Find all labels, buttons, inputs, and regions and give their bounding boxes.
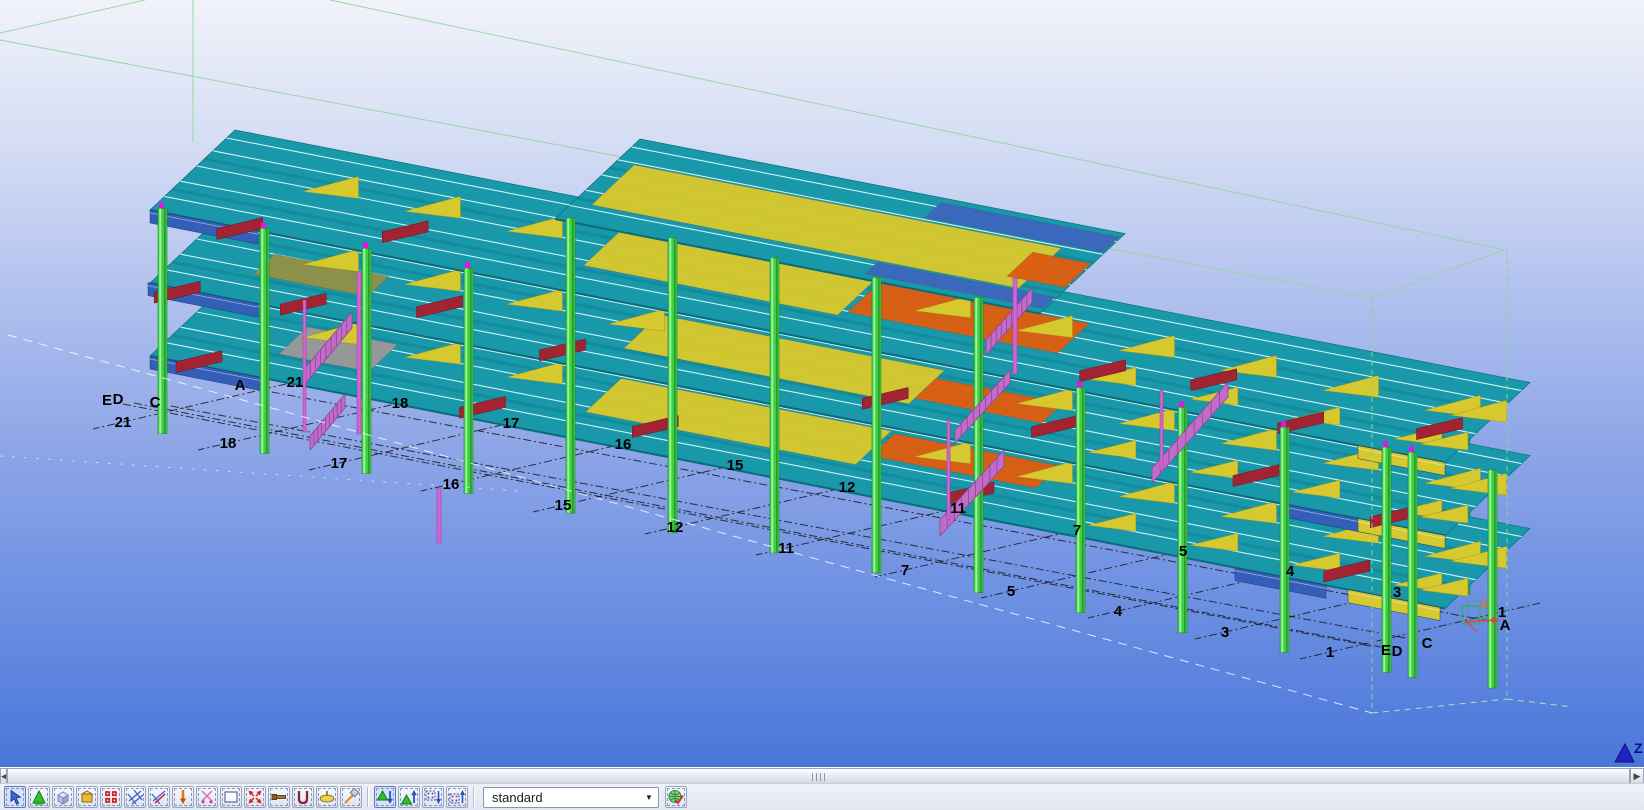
grid-label: 16 <box>443 476 460 493</box>
grid-label: 3 <box>1221 624 1229 641</box>
grid-label: 17 <box>331 455 348 472</box>
scrollbar-thumb[interactable] <box>7 768 1630 784</box>
toolbar-separator <box>367 787 369 807</box>
grid-label: C <box>150 394 161 411</box>
grid-label: E <box>1381 642 1391 659</box>
select-points-button[interactable] <box>100 786 122 808</box>
grid-label: 17 <box>503 415 520 432</box>
grid-label: 1 <box>1498 604 1506 621</box>
grid-label: 4 <box>1114 603 1123 620</box>
select-components-highest-button[interactable] <box>446 786 468 808</box>
select-grids-button[interactable] <box>124 786 146 808</box>
select-surfaces-icon <box>54 788 72 806</box>
grid-label: A <box>235 377 246 394</box>
globe-check-icon <box>667 788 685 806</box>
grid-label: 12 <box>839 479 856 496</box>
grid-label: 1 <box>1326 644 1334 661</box>
select-loads-button[interactable] <box>316 786 338 808</box>
select-grid-lines-button[interactable] <box>148 786 170 808</box>
grid-label: C <box>1422 635 1433 652</box>
scrollbar-grip <box>812 773 826 781</box>
grid-label: 15 <box>555 497 572 514</box>
scroll-right-arrow[interactable]: ▶ <box>1630 768 1644 784</box>
grid-label: 16 <box>615 436 632 453</box>
select-objects-in-assemblies-icon <box>400 788 418 806</box>
select-grids-icon <box>126 788 144 806</box>
select-bolts-icon <box>270 788 288 806</box>
select-fittings-button[interactable] <box>244 786 266 808</box>
select-surfaces-button[interactable] <box>52 786 74 808</box>
select-points-icon <box>102 788 120 806</box>
model-viewport-window: Z Z EEDDCCAA2121181817171616151512121111… <box>0 0 1644 810</box>
select-objects-in-assemblies-button[interactable] <box>398 786 420 808</box>
select-cuts-icon <box>342 788 360 806</box>
select-components-button[interactable] <box>76 786 98 808</box>
selection-filter-dropdown[interactable]: standard ▼ <box>483 787 659 808</box>
toolbar-separator <box>473 787 475 807</box>
building-model[interactable] <box>148 130 1530 688</box>
grid-label: 12 <box>667 519 684 536</box>
select-reinforcing-bars-button[interactable] <box>292 786 314 808</box>
select-welds-button[interactable] <box>196 786 218 808</box>
chevron-down-icon[interactable]: ▼ <box>640 793 658 802</box>
model-3d-view[interactable]: Z Z EEDDCCAA2121181817171616151512121111… <box>0 0 1644 767</box>
select-cuts-button[interactable] <box>340 786 362 808</box>
selection-switches-toolbar: standard ▼ <box>0 783 1644 810</box>
select-assemblies-icon <box>376 788 394 806</box>
grid-label: 11 <box>950 500 966 517</box>
select-reinforcing-bars-icon <box>294 788 312 806</box>
select-views-icon <box>222 788 240 806</box>
view-z-axis-indicator: Z <box>1615 740 1643 762</box>
grid-label: 18 <box>220 435 237 452</box>
grid-label: 5 <box>1007 583 1015 600</box>
grid-label: 7 <box>1073 522 1081 539</box>
grid-label: 15 <box>727 457 744 474</box>
select-grid-lines-icon <box>150 788 168 806</box>
select-joints-icon <box>174 788 192 806</box>
grid-label: E <box>102 392 112 409</box>
select-loads-icon <box>318 788 336 806</box>
grid-label: 11 <box>778 540 794 557</box>
select-joints-button[interactable] <box>172 786 194 808</box>
select-all-icon <box>6 788 24 806</box>
grid-label: 4 <box>1286 563 1295 580</box>
select-components-highest-icon <box>448 788 466 806</box>
select-components-lowest-icon <box>424 788 442 806</box>
grid-label: 21 <box>287 374 304 391</box>
grid-label: 5 <box>1179 543 1187 560</box>
select-bolts-button[interactable] <box>268 786 290 808</box>
ucs-z-label: Z <box>1481 599 1488 611</box>
grid-label: D <box>113 391 124 408</box>
selection-filter-value: standard <box>484 790 640 805</box>
select-welds-icon <box>198 788 216 806</box>
axis-z-label: Z <box>1634 740 1643 756</box>
select-parts-button[interactable] <box>28 786 50 808</box>
scroll-left-arrow[interactable]: ◀ <box>0 768 7 784</box>
select-fittings-icon <box>246 788 264 806</box>
horizontal-scrollbar[interactable]: ◀ ▶ <box>0 767 1644 783</box>
grid-label: 18 <box>392 395 409 412</box>
select-views-button[interactable] <box>220 786 242 808</box>
select-all-button[interactable] <box>4 786 26 808</box>
grid-label: 21 <box>115 414 132 431</box>
select-parts-icon <box>30 788 48 806</box>
grid-label: 7 <box>901 562 909 579</box>
grid-label: 3 <box>1393 584 1401 601</box>
globe-check-button[interactable] <box>665 786 687 808</box>
select-assemblies-button[interactable] <box>374 786 396 808</box>
grid-label: D <box>1392 643 1403 660</box>
select-components-icon <box>78 788 96 806</box>
structural-model-scene: Z Z EEDDCCAA2121181817171616151512121111… <box>0 0 1644 767</box>
select-components-lowest-button[interactable] <box>422 786 444 808</box>
